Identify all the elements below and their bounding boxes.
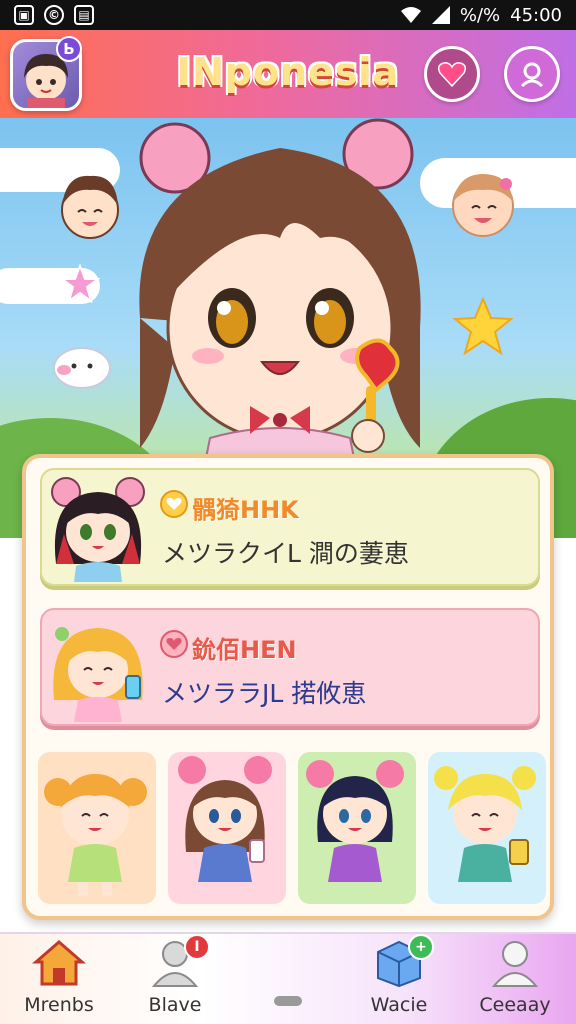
character-figure-icon (44, 774, 147, 896)
character-tile-4[interactable] (428, 752, 546, 904)
character-tile-3[interactable] (298, 752, 416, 904)
box-icon: + (372, 934, 434, 988)
card-title: 髃猗HHK (192, 496, 299, 524)
star-icon (452, 296, 514, 356)
character-figure-icon (434, 766, 536, 882)
copyright-icon: © (44, 5, 64, 25)
feature-card-1[interactable]: 髃猗HHK メツラクイL 澗の萋恵 (40, 468, 540, 586)
nav-item-ceeaay[interactable]: Ceeaay (460, 938, 570, 1022)
user-icon (488, 938, 542, 988)
heart-icon (160, 630, 188, 658)
star-sticker-icon (60, 264, 100, 304)
nav-item-home[interactable]: Mrenbs (4, 938, 114, 1022)
character-figure-icon (178, 756, 272, 882)
image-icon: ▣ (14, 5, 34, 25)
profile-button[interactable] (504, 46, 560, 102)
content-panel: 髃猗HHK メツラクイL 澗の萋恵 鈗佰HEN メツララJL 掿攸恵 (22, 454, 554, 920)
character-tile-2[interactable] (168, 752, 286, 904)
card-title: 鈗佰HEN (192, 636, 297, 664)
nav-label: Wacie (370, 994, 428, 1016)
card-subtitle: メツララJL 掿攸恵 (162, 679, 367, 708)
character-figure-icon (306, 760, 404, 882)
status-bar: ▣ © ▤ %/% 45:00 (0, 0, 576, 30)
profile-icon (520, 62, 544, 88)
house-icon (31, 938, 87, 988)
heart-icon (438, 62, 466, 87)
person-icon: I (148, 934, 210, 988)
add-badge: + (408, 934, 434, 960)
wifi-icon (400, 7, 421, 23)
sticker-girl-icon (452, 174, 514, 237)
home-indicator[interactable] (274, 996, 302, 1006)
nav-label: Ceeaay (479, 994, 551, 1016)
app-header: Ь INponesia (0, 30, 576, 118)
notification-badge: I (184, 934, 210, 960)
bottom-navigation: Mrenbs I Blave + Wacie Ceeaay (0, 932, 576, 1024)
app-title: INponesia (176, 50, 400, 94)
nav-label: Mrenbs (24, 994, 94, 1016)
nav-item-wacie[interactable]: + Wacie (344, 934, 454, 1022)
clock-time: 45:00 (510, 4, 562, 26)
nav-label: Blave (148, 994, 202, 1016)
card-subtitle: メツラクイL 澗の萋恵 (162, 539, 409, 568)
character-avatar-1 (51, 477, 145, 582)
heart-icon (160, 490, 188, 518)
signal-icon (431, 6, 450, 24)
gallery-icon: ▤ (74, 5, 94, 25)
character-tiles (38, 752, 546, 904)
battery-text: %/% (459, 4, 501, 26)
feature-card-2[interactable]: 鈗佰HEN メツララJL 掿攸恵 (40, 608, 540, 726)
ghost-sticker-icon (53, 347, 111, 389)
character-tile-1[interactable] (38, 752, 156, 904)
character-avatar-2 (53, 627, 143, 722)
favorites-button[interactable] (424, 46, 480, 102)
nav-item-blave[interactable]: I Blave (120, 934, 230, 1022)
